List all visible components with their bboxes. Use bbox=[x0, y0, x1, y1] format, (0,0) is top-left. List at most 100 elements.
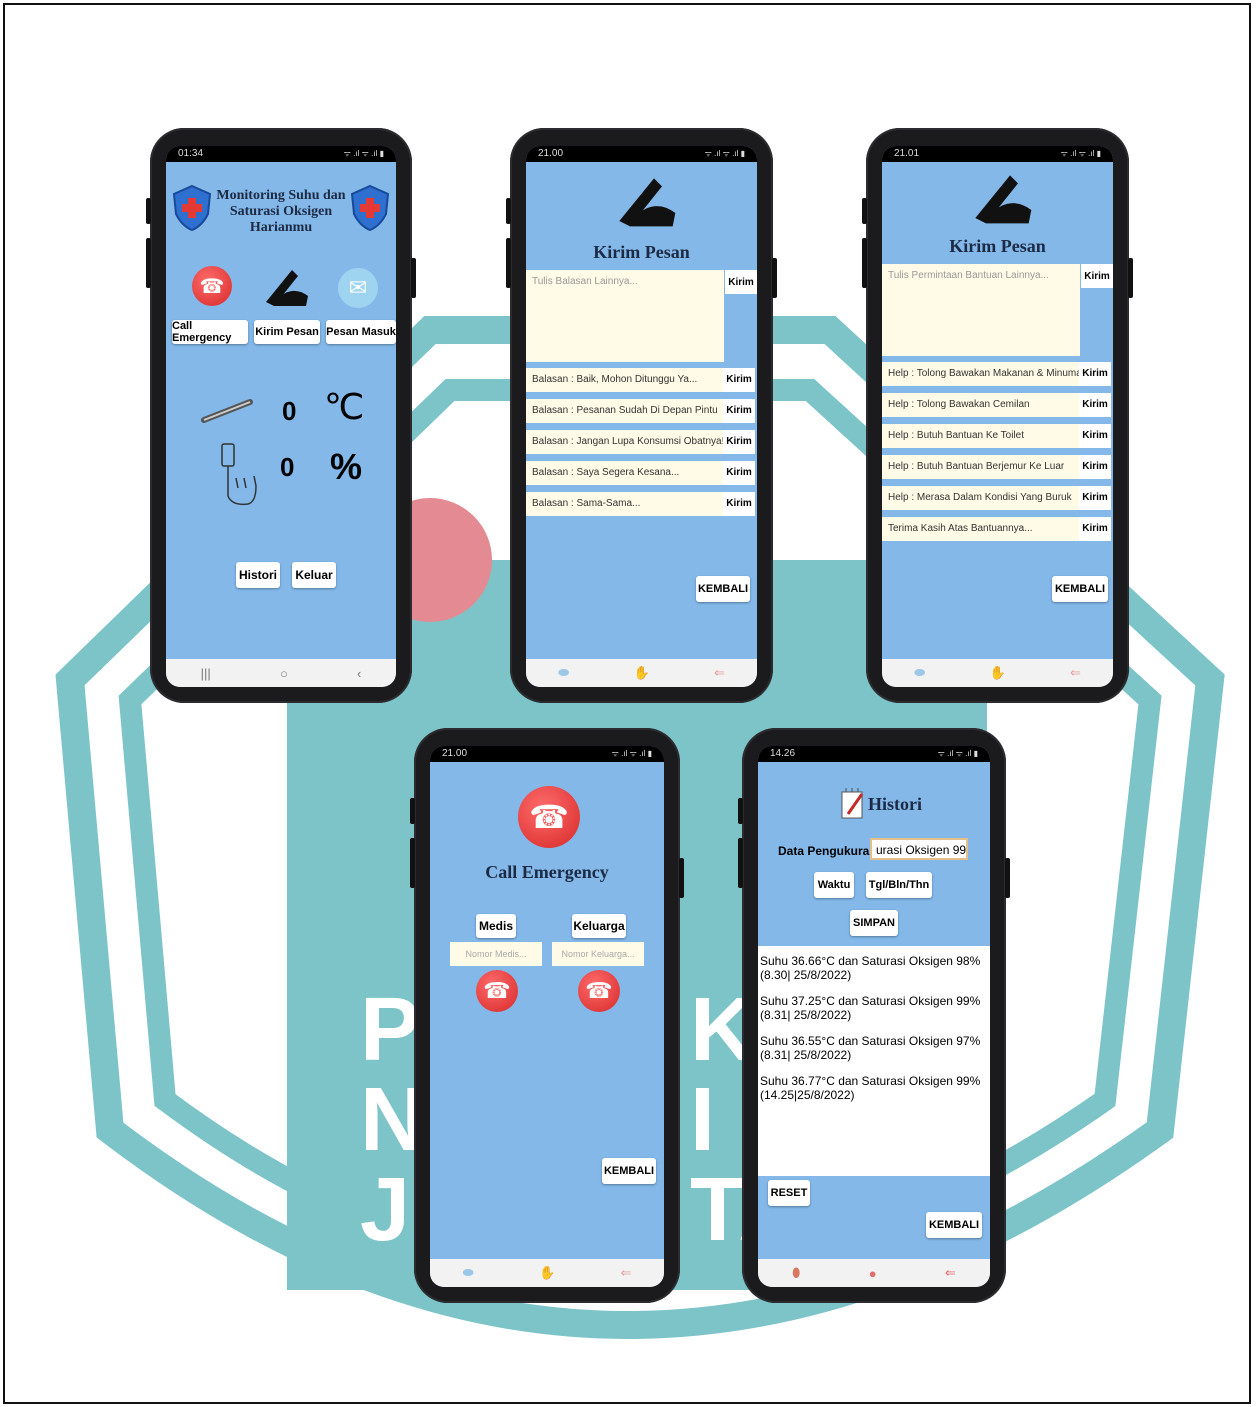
message-row: Balasan : Sama-Sama... Kirim bbox=[526, 492, 757, 516]
status-icons: ᯤ .ıl ᯤ .ıl ▮ bbox=[343, 149, 384, 158]
app-title: Monitoring Suhu dan Saturasi Oksigen Har… bbox=[216, 188, 346, 235]
status-bar: 14.26 ᯤ .ıl ᯤ .ıl ▮ bbox=[758, 746, 990, 762]
circle-icon[interactable]: ● bbox=[869, 1266, 877, 1281]
status-icons: ᯤ .ıl ᯤ .ıl ▮ bbox=[937, 749, 978, 758]
notepad-icon bbox=[841, 788, 864, 819]
hand-icon[interactable]: ✋ bbox=[634, 665, 650, 681]
app-nav-bar: ⬬ ✋ ⇐ bbox=[882, 659, 1113, 687]
send-button[interactable]: Kirim bbox=[1081, 264, 1113, 288]
medis-button[interactable]: Medis bbox=[476, 914, 516, 938]
app-nav-bar: ⬬ ✋ ⇐ bbox=[526, 659, 757, 687]
kirim-button[interactable]: Kirim bbox=[723, 368, 755, 392]
phone-icon[interactable]: ☎ bbox=[192, 266, 232, 306]
kirim-button[interactable]: Kirim bbox=[1079, 424, 1111, 448]
kirim-pesan-button[interactable]: Kirim Pesan bbox=[254, 320, 320, 344]
waktu-button[interactable]: Waktu bbox=[814, 872, 854, 898]
message-row: Terima Kasih Atas Bantuannya... Kirim bbox=[882, 517, 1113, 541]
thermometer-icon[interactable]: ⬮ bbox=[792, 1265, 800, 1281]
kirim-button[interactable]: Kirim bbox=[1079, 362, 1111, 386]
data-pengukuran-field[interactable]: urasi Oksigen 99% bbox=[870, 838, 968, 860]
phone-kirim-pesan-2: 21.01 ᯤ .ıl ᯤ .ıl ▮ Kirim Pesan Tulis Per… bbox=[862, 128, 1133, 703]
message-row: Balasan : Pesanan Sudah Di Depan Pintu Ki… bbox=[526, 399, 757, 423]
keluar-button[interactable]: Keluar bbox=[292, 562, 336, 588]
simpan-button[interactable]: SIMPAN bbox=[850, 910, 898, 936]
message-row: Balasan : Jangan Lupa Konsumsi Obatnya! K… bbox=[526, 430, 757, 454]
kirim-button[interactable]: Kirim bbox=[723, 399, 755, 423]
thermometer-icon bbox=[201, 399, 253, 423]
status-icons: ᯤ .ıl ᯤ .ıl ▮ bbox=[611, 749, 652, 758]
spo2-unit: % bbox=[330, 446, 363, 487]
recents-icon[interactable]: ||| bbox=[201, 666, 211, 681]
screen-title: Histori bbox=[868, 794, 922, 814]
screen-title: Kirim Pesan bbox=[593, 242, 690, 262]
message-text: Help : Merasa Dalam Kondisi Yang Buruk bbox=[882, 486, 1080, 510]
pill-icon[interactable]: ⬬ bbox=[558, 665, 569, 681]
message-text: Balasan : Sama-Sama... bbox=[526, 492, 724, 516]
call-keluarga-button[interactable]: ☎ bbox=[578, 970, 620, 1012]
history-entry: Suhu 36.66°C dan Saturasi Oksigen 98%(8.… bbox=[760, 954, 981, 982]
reset-button[interactable]: RESET bbox=[768, 1180, 810, 1206]
pill-icon[interactable]: ⬬ bbox=[914, 665, 925, 681]
message-text: Balasan : Baik, Mohon Ditunggu Ya... bbox=[526, 368, 724, 392]
arrow-icon[interactable]: ⇐ bbox=[620, 1265, 631, 1281]
keluarga-number-input[interactable]: Nomor Keluarga... bbox=[552, 942, 644, 966]
histori-button[interactable]: Histori bbox=[236, 562, 280, 588]
app-nav-bar: ⬮ ● ⇐ bbox=[758, 1259, 990, 1287]
hand-icon[interactable]: ✋ bbox=[990, 665, 1006, 681]
call-emergency-screen: 21.00 ᯤ .ıl ᯤ .ıl ▮ ☎ Call Emergency Medi… bbox=[430, 746, 664, 1287]
phone-icon: ☎ bbox=[518, 786, 580, 848]
arrow-icon[interactable]: ⇐ bbox=[714, 665, 725, 681]
temp-value: 0 bbox=[282, 396, 297, 426]
message-row: Help : Tolong Bawakan Cemilan Kirim bbox=[882, 393, 1113, 417]
kirim-button[interactable]: Kirim bbox=[1079, 455, 1111, 479]
home-icon[interactable]: ○ bbox=[280, 666, 288, 681]
call-medis-button[interactable]: ☎ bbox=[476, 970, 518, 1012]
history-list: Suhu 36.66°C dan Saturasi Oksigen 98%(8.… bbox=[758, 946, 990, 1176]
phone-histori: 14.26 ᯤ .ıl ᯤ .ıl ▮ Histori Data Pengukur… bbox=[738, 728, 1010, 1303]
pill-icon[interactable]: ⬬ bbox=[463, 1265, 474, 1281]
help-input[interactable]: Tulis Permintaan Bantuan Lainnya... bbox=[882, 264, 1080, 356]
arrow-icon[interactable]: ⇐ bbox=[945, 1265, 956, 1281]
kirim-button[interactable]: Kirim bbox=[1079, 486, 1111, 510]
status-bar: 21.00 ᯤ .ıl ᯤ .ıl ▮ bbox=[430, 746, 664, 762]
pesan-masuk-button[interactable]: Pesan Masuk bbox=[326, 320, 396, 344]
tgl-button[interactable]: Tgl/Bln/Thn bbox=[866, 872, 932, 898]
spo2-value: 0 bbox=[280, 452, 295, 482]
message-text: Balasan : Jangan Lupa Konsumsi Obatnya! bbox=[526, 430, 724, 454]
status-bar: 01:34 ᯤ .ıl ᯤ .ıl ▮ bbox=[166, 146, 396, 162]
kirim-button[interactable]: Kirim bbox=[723, 461, 755, 485]
call-emergency-button[interactable]: Call Emergency bbox=[172, 320, 248, 344]
history-entry: Suhu 37.25°C dan Saturasi Oksigen 99%(8.… bbox=[760, 994, 981, 1022]
kembali-button[interactable]: KEMBALI bbox=[602, 1158, 656, 1184]
finger-oximeter-icon bbox=[221, 443, 257, 506]
message-row: Help : Butuh Bantuan Ke Toilet Kirim bbox=[882, 424, 1113, 448]
message-row: Balasan : Baik, Mohon Ditunggu Ya... Kiri… bbox=[526, 368, 757, 392]
pen-hand-icon bbox=[975, 175, 1032, 224]
kembali-button[interactable]: KEMBALI bbox=[1052, 576, 1108, 602]
hand-icon[interactable]: ✋ bbox=[539, 1265, 555, 1281]
reply-input[interactable]: Tulis Balasan Lainnya... bbox=[526, 270, 724, 362]
message-text: Terima Kasih Atas Bantuannya... bbox=[882, 517, 1080, 541]
arrow-icon[interactable]: ⇐ bbox=[1070, 665, 1081, 681]
keluarga-button[interactable]: Keluarga bbox=[572, 914, 626, 938]
message-text: Help : Butuh Bantuan Ke Toilet bbox=[882, 424, 1080, 448]
kirim-pesan-screen: 21.00 ᯤ .ıl ᯤ .ıl ▮ Kirim Pesan Tulis Bal… bbox=[526, 146, 757, 687]
kembali-button[interactable]: KEMBALI bbox=[696, 576, 750, 602]
history-entry: Suhu 36.55°C dan Saturasi Oksigen 97%(8.… bbox=[760, 1034, 981, 1062]
kirim-button[interactable]: Kirim bbox=[723, 430, 755, 454]
data-label: Data Pengukuran : bbox=[778, 844, 885, 858]
medis-number-input[interactable]: Nomor Medis... bbox=[450, 942, 542, 966]
app-nav-bar: ⬬ ✋ ⇐ bbox=[430, 1259, 664, 1287]
send-button[interactable]: Kirim bbox=[725, 270, 757, 294]
kembali-button[interactable]: KEMBALI bbox=[926, 1212, 982, 1238]
kirim-button[interactable]: Kirim bbox=[723, 492, 755, 516]
kirim-button[interactable]: Kirim bbox=[1079, 517, 1111, 541]
message-text: Help : Tolong Bawakan Cemilan bbox=[882, 393, 1080, 417]
pen-hand-icon[interactable] bbox=[262, 266, 310, 308]
mail-icon[interactable]: ✉ bbox=[338, 268, 378, 308]
history-entry: Suhu 36.77°C dan Saturasi Oksigen 99%(14… bbox=[760, 1074, 981, 1102]
kirim-button[interactable]: Kirim bbox=[1079, 393, 1111, 417]
message-row: Help : Merasa Dalam Kondisi Yang Buruk Ki… bbox=[882, 486, 1113, 510]
status-icons: ᯤ .ıl ᯤ .ıl ▮ bbox=[704, 149, 745, 158]
back-icon[interactable]: ‹ bbox=[357, 666, 361, 681]
